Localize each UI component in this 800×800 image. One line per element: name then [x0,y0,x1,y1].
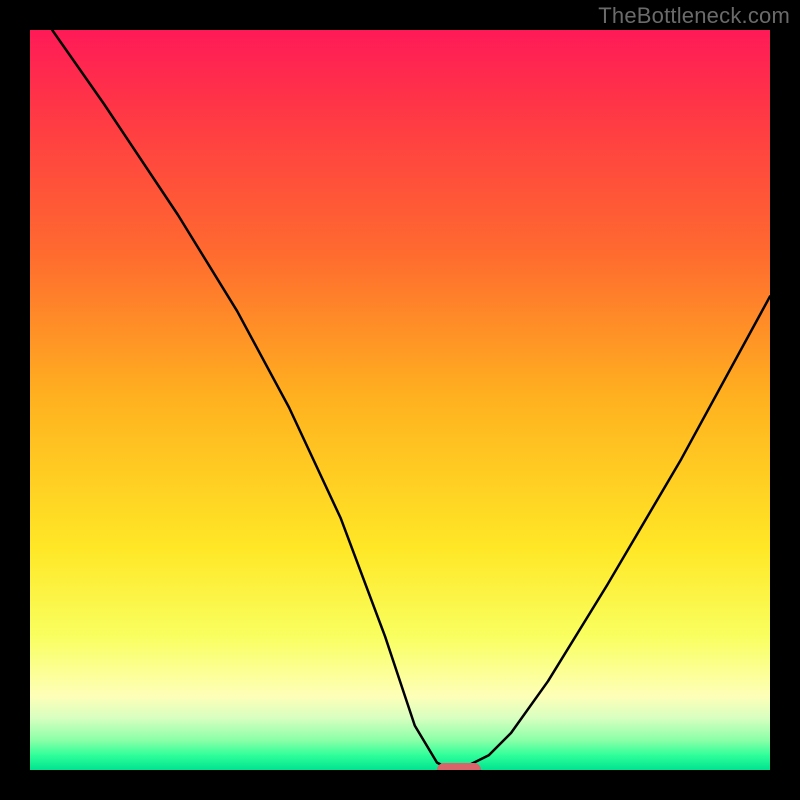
optimum-marker [437,763,481,770]
chart-frame: TheBottleneck.com [0,0,800,800]
bottleneck-curve [30,30,770,770]
plot-area [30,30,770,770]
watermark-text: TheBottleneck.com [598,3,790,29]
